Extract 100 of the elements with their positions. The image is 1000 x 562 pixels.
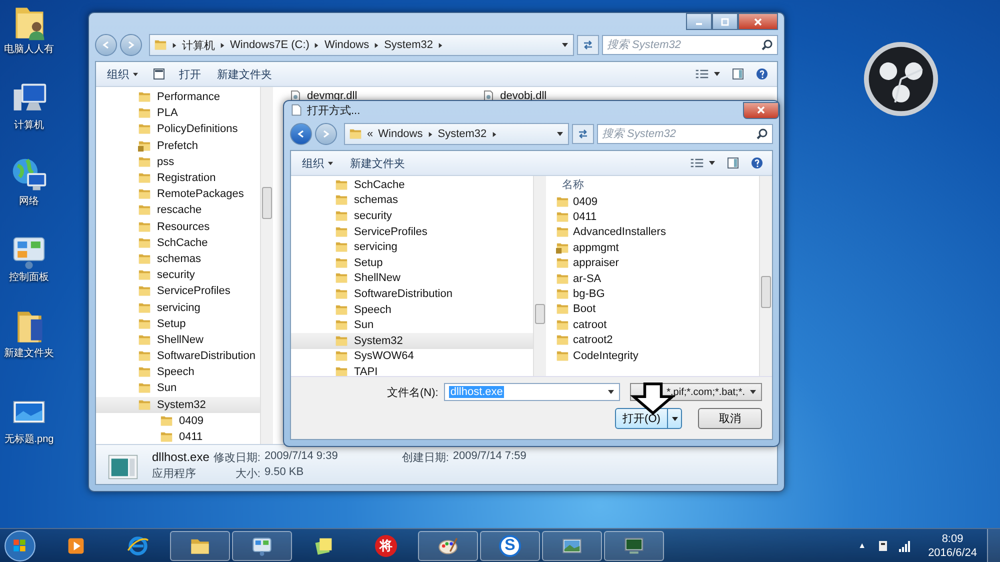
new-folder-button[interactable]: 新建文件夹 bbox=[347, 154, 408, 172]
folder-tree-item[interactable]: Setup bbox=[96, 316, 260, 332]
folder-tree-item[interactable]: schemas bbox=[291, 192, 533, 208]
search-field[interactable]: 搜索 System32 bbox=[602, 35, 778, 55]
view-options-icon[interactable] bbox=[690, 157, 704, 169]
organize-button[interactable]: 组织 bbox=[104, 64, 142, 84]
folder-tree-item[interactable]: Sun bbox=[291, 317, 533, 333]
maximize-button[interactable] bbox=[712, 13, 738, 30]
folder-item[interactable]: CodeIntegrity bbox=[556, 348, 759, 364]
desktop-icon-label[interactable]: 网络 bbox=[19, 194, 39, 208]
folder-tree-item[interactable]: SchCache bbox=[291, 177, 533, 193]
start-button[interactable] bbox=[4, 530, 36, 562]
breadcrumb-item[interactable]: Windows bbox=[378, 128, 423, 140]
scrollbar[interactable] bbox=[533, 176, 546, 376]
folder-tree-item[interactable]: ShellNew bbox=[291, 270, 533, 286]
folder-tree-item[interactable]: SoftwareDistribution bbox=[291, 286, 533, 302]
folder-tree-item[interactable]: security bbox=[291, 208, 533, 224]
folder-tree-item[interactable]: SysWOW64 bbox=[291, 348, 533, 364]
close-button[interactable] bbox=[738, 13, 778, 30]
breadcrumb-item[interactable]: System32 bbox=[384, 39, 434, 51]
folder-tree-item[interactable]: security bbox=[96, 267, 260, 284]
chevron-icon[interactable] bbox=[438, 42, 444, 48]
scrollbar[interactable] bbox=[759, 176, 772, 376]
open-options-button[interactable] bbox=[668, 408, 682, 429]
minimize-button[interactable] bbox=[686, 13, 712, 30]
view-options-icon[interactable] bbox=[695, 68, 709, 80]
back-button[interactable] bbox=[290, 123, 312, 145]
clock-time[interactable]: 8:09 bbox=[942, 532, 964, 546]
window-icon[interactable] bbox=[152, 68, 166, 80]
search-icon[interactable] bbox=[756, 128, 768, 140]
folder-tree-item[interactable]: System32 bbox=[96, 396, 260, 413]
breadcrumb-item[interactable]: System32 bbox=[438, 128, 487, 140]
folder-tree-item[interactable]: RemotePackages bbox=[96, 186, 260, 202]
signal-bars-icon[interactable] bbox=[898, 538, 912, 552]
taskbar-button[interactable] bbox=[418, 530, 478, 560]
folder-tree-item[interactable]: pss bbox=[96, 154, 260, 170]
chevron-icon[interactable] bbox=[492, 130, 497, 138]
chevron-icon[interactable] bbox=[314, 42, 320, 48]
open-button[interactable]: 打开 bbox=[176, 64, 204, 84]
folder-tree-item[interactable]: Performance bbox=[96, 89, 260, 106]
search-icon[interactable] bbox=[761, 39, 773, 51]
folder-item[interactable]: 0411 bbox=[556, 209, 759, 225]
chevron-icon[interactable] bbox=[374, 42, 380, 48]
chevron-icon[interactable] bbox=[172, 42, 177, 48]
back-button[interactable] bbox=[95, 34, 117, 56]
clock-date[interactable]: 2016/6/24 bbox=[928, 546, 977, 560]
name-column-header[interactable]: 名称 bbox=[556, 176, 759, 194]
help-icon[interactable] bbox=[750, 157, 764, 169]
help-icon[interactable] bbox=[755, 68, 769, 80]
refresh-button[interactable] bbox=[577, 35, 599, 55]
folder-item[interactable]: ar-SA bbox=[556, 270, 759, 286]
folder-tree-item[interactable]: ServiceProfiles bbox=[291, 224, 533, 240]
dropdown-arrow-icon[interactable] bbox=[708, 160, 716, 166]
desktop-icon-label[interactable]: 电脑人人有 bbox=[4, 42, 54, 56]
folder-tree-item[interactable]: servicing bbox=[291, 239, 533, 255]
scrollbar[interactable] bbox=[260, 87, 273, 444]
folder-tree-item[interactable]: SchCache bbox=[96, 234, 260, 251]
breadcrumb-overflow[interactable]: « bbox=[367, 128, 374, 140]
folder-tree-item[interactable]: PLA bbox=[96, 105, 260, 122]
breadcrumb-item[interactable]: Windows7E (C:) bbox=[230, 39, 310, 51]
folder-tree-item[interactable]: ServiceProfiles bbox=[96, 283, 260, 300]
taskbar-button[interactable] bbox=[170, 530, 230, 560]
preview-pane-icon[interactable] bbox=[726, 157, 740, 169]
folder-tree-item[interactable]: Speech bbox=[96, 364, 260, 380]
address-bar[interactable]: « Windows System32 bbox=[344, 123, 569, 145]
folder-tree-item[interactable]: 0411 bbox=[96, 428, 260, 444]
chevron-icon[interactable] bbox=[220, 42, 225, 48]
show-desktop-button[interactable] bbox=[987, 528, 1000, 562]
folder-item[interactable]: AdvancedInstallers bbox=[556, 224, 759, 240]
dropdown-arrow-icon[interactable] bbox=[713, 71, 721, 77]
folder-tree-item[interactable]: Sun bbox=[96, 380, 260, 397]
folder-item[interactable]: appraiser bbox=[556, 256, 759, 271]
folder-tree-item[interactable]: servicing bbox=[96, 299, 260, 316]
preview-pane-icon[interactable] bbox=[731, 68, 745, 80]
dropdown-arrow-icon[interactable] bbox=[556, 131, 564, 137]
taskbar-button[interactable]: S bbox=[480, 530, 540, 560]
organize-button[interactable]: 组织 bbox=[299, 154, 338, 172]
search-field[interactable]: 搜索 System32 bbox=[597, 124, 773, 144]
show-hidden-icons-button[interactable]: ▲ bbox=[858, 541, 866, 550]
refresh-button[interactable] bbox=[572, 124, 594, 144]
folder-tree-item[interactable]: Speech bbox=[291, 302, 533, 318]
desktop-icon-label[interactable]: 控制面板 bbox=[9, 270, 49, 284]
breadcrumb-item[interactable]: 计算机 bbox=[182, 38, 215, 52]
folder-item[interactable]: Boot bbox=[556, 302, 759, 318]
taskbar-button[interactable] bbox=[232, 530, 292, 560]
folder-tree-item[interactable]: 0409 bbox=[96, 412, 260, 429]
folder-item[interactable]: appmgmt bbox=[556, 240, 759, 256]
forward-button[interactable] bbox=[315, 123, 337, 145]
open-button[interactable]: 打开(O) bbox=[615, 408, 668, 429]
desktop-icon-label[interactable]: 计算机 bbox=[14, 118, 44, 132]
folder-tree-item[interactable]: PolicyDefinitions bbox=[96, 121, 260, 138]
folder-tree-item[interactable]: Registration bbox=[96, 170, 260, 186]
desktop-icon-label[interactable]: 无标题.png bbox=[4, 432, 54, 446]
close-button[interactable] bbox=[743, 102, 779, 118]
folder-item[interactable]: catroot2 bbox=[556, 332, 759, 348]
folder-tree-item[interactable]: schemas bbox=[96, 250, 260, 268]
forward-button[interactable] bbox=[120, 34, 142, 56]
desktop-icon-label[interactable]: 新建文件夹 bbox=[4, 346, 54, 360]
folder-tree-item[interactable]: ShellNew bbox=[96, 332, 260, 348]
folder-tree-item[interactable]: TAPI bbox=[291, 364, 533, 376]
